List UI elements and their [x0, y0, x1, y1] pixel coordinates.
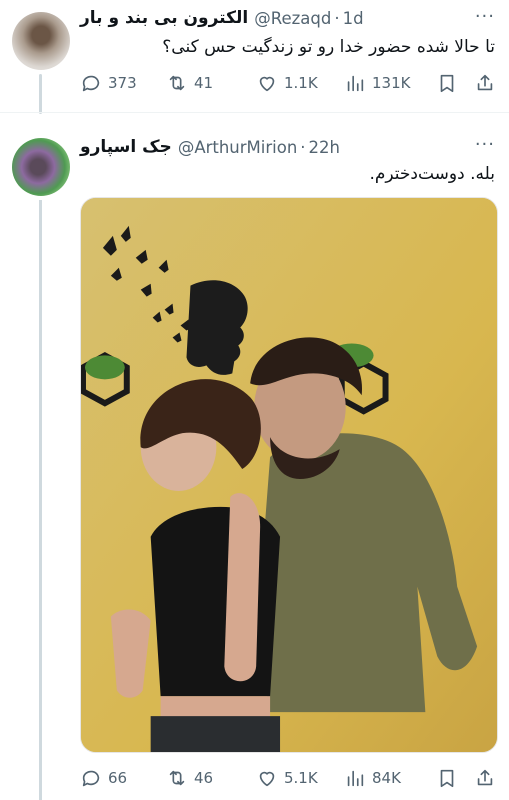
tweet-text: تا حالا شده حضور خدا رو تو زندگیت حس کنی…	[162, 37, 495, 57]
share-button[interactable]	[474, 72, 496, 94]
action-bar: 373 41 1.1K 131K	[80, 70, 497, 96]
retweet-button[interactable]: 41	[166, 72, 213, 94]
reply-count: 66	[108, 769, 128, 787]
bookmark-button[interactable]	[436, 767, 458, 789]
views-icon	[347, 75, 364, 92]
thread-line	[39, 74, 42, 114]
user-handle[interactable]: @Rezaqd	[254, 9, 331, 28]
photo-illustration	[81, 198, 497, 752]
tweet-text: بله. دوست‌دخترم.	[369, 164, 495, 184]
retweet-count: 41	[194, 74, 214, 92]
like-count: 1.1K	[284, 74, 318, 92]
action-bar: 66 46 5.1K 84K	[80, 765, 497, 791]
like-icon	[259, 76, 275, 92]
views-icon	[347, 770, 364, 787]
views-button[interactable]: 84K	[344, 767, 401, 789]
bookmark-button[interactable]	[436, 72, 458, 94]
more-icon[interactable]: ···	[475, 134, 495, 155]
share-icon	[477, 74, 493, 91]
reply-button[interactable]: 373	[80, 72, 137, 94]
like-button[interactable]: 5.1K	[256, 767, 318, 789]
bookmark-icon	[440, 74, 454, 93]
separator-dot: ·	[300, 137, 306, 157]
separator-dot: ·	[334, 8, 340, 28]
view-count: 131K	[372, 74, 411, 92]
tweet-photo[interactable]	[80, 197, 498, 753]
like-icon	[259, 771, 275, 787]
thread-line	[39, 200, 42, 800]
avatar[interactable]	[12, 138, 70, 196]
retweet-count: 46	[194, 769, 214, 787]
avatar[interactable]	[12, 12, 70, 70]
reply-count: 373	[108, 74, 137, 92]
retweet-icon	[169, 770, 185, 786]
reply-icon	[82, 770, 100, 787]
like-count: 5.1K	[284, 769, 318, 787]
views-button[interactable]: 131K	[344, 72, 410, 94]
retweet-icon	[169, 75, 185, 91]
timestamp[interactable]: 1d	[343, 9, 364, 28]
tweet-header: جک اسپارو @ArthurMirion · 22h	[80, 135, 497, 159]
divider	[0, 112, 509, 113]
reply-icon	[82, 75, 100, 92]
view-count: 84K	[372, 769, 401, 787]
share-button[interactable]	[474, 767, 496, 789]
share-icon	[477, 769, 493, 786]
display-name[interactable]: جک اسپارو	[80, 137, 172, 157]
user-handle[interactable]: @ArthurMirion	[178, 138, 297, 157]
timestamp[interactable]: 22h	[309, 138, 340, 157]
more-icon[interactable]: ···	[475, 6, 495, 27]
display-name[interactable]: الکترون بی بند و بار	[80, 8, 248, 28]
bookmark-icon	[440, 769, 454, 788]
retweet-button[interactable]: 46	[166, 767, 213, 789]
tweet-header: الکترون بی بند و بار @Rezaqd · 1d	[80, 6, 497, 30]
reply-button[interactable]: 66	[80, 767, 127, 789]
like-button[interactable]: 1.1K	[256, 72, 318, 94]
